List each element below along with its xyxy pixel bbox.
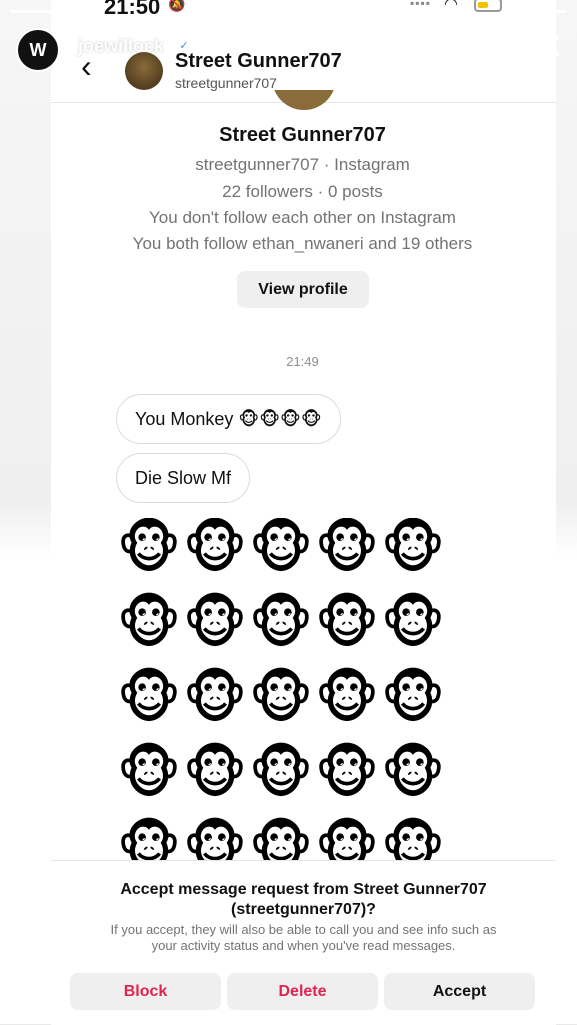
monkey-face-icon: 🐵 bbox=[314, 591, 380, 654]
status-bar: 21:50 🔕 ▪▪▪▪ ◠ bbox=[0, 0, 577, 19]
profile-mutual-follows: You both follow ethan_nwaneri and 19 oth… bbox=[132, 234, 473, 253]
request-title-line: Accept message request from Street Gunne… bbox=[120, 881, 487, 898]
monkey-face-icon: 🐵 bbox=[380, 518, 446, 579]
battery-icon bbox=[474, 0, 502, 12]
monkey-face-icon: 🐵 bbox=[116, 666, 182, 729]
monkey-face-icon: 🐵 bbox=[182, 816, 248, 861]
request-title: Accept message request from Street Gunne… bbox=[60, 880, 547, 920]
monkey-face-icon: 🐵 bbox=[380, 666, 446, 729]
accept-button[interactable]: Accept bbox=[384, 973, 535, 1010]
monkey-face-icon: 🐵 bbox=[248, 741, 314, 804]
request-description: If you accept, they will also be able to… bbox=[70, 922, 537, 954]
message-bubble[interactable]: Die Slow Mf bbox=[116, 453, 251, 503]
request-description-line: your activity status and when you've rea… bbox=[151, 938, 456, 953]
back-arrow-icon[interactable]: ‹ bbox=[81, 48, 92, 85]
silent-bell-icon: 🔕 bbox=[168, 0, 186, 12]
message-timestamp: 21:49 bbox=[286, 354, 319, 369]
monkey-face-icon: 🐵 bbox=[248, 518, 314, 579]
signal-icon: ▪▪▪▪ bbox=[410, 0, 432, 10]
block-button[interactable]: Block bbox=[70, 973, 221, 1010]
monkey-face-icon: 🐵 bbox=[380, 816, 446, 861]
delete-button[interactable]: Delete bbox=[227, 973, 378, 1010]
monkey-face-icon: 🐵 bbox=[116, 518, 182, 579]
dm-contact-name[interactable]: Street Gunner707 bbox=[175, 50, 342, 73]
monkey-face-icon: 🐵 bbox=[182, 518, 248, 579]
view-profile-button[interactable]: View profile bbox=[237, 271, 369, 308]
monkey-face-icon: 🐵 bbox=[248, 816, 314, 861]
status-time: 21:50 bbox=[104, 0, 161, 19]
dm-avatar[interactable] bbox=[125, 52, 163, 90]
monkey-face-icon: 🐵 bbox=[116, 816, 182, 861]
monkey-face-icon: 🐵 bbox=[182, 741, 248, 804]
monkey-face-icon: 🐵 bbox=[314, 741, 380, 804]
monkey-face-icon: 🐵 bbox=[248, 591, 314, 654]
wifi-icon: ◠ bbox=[444, 0, 458, 13]
profile-picture bbox=[272, 90, 336, 110]
profile-follow-status: You don't follow each other on Instagram bbox=[149, 208, 456, 227]
monkey-face-icon: 🐵 bbox=[314, 666, 380, 729]
profile-stats-line: 22 followers · 0 posts bbox=[222, 182, 383, 201]
profile-name: Street Gunner707 bbox=[219, 124, 386, 146]
message-bubble[interactable]: You Monkey 🐵🐵🐵🐵 bbox=[116, 394, 341, 444]
monkey-face-icon: 🐵 bbox=[380, 741, 446, 804]
monkey-face-icon: 🐵 bbox=[182, 666, 248, 729]
dm-contact-handle: streetgunner707 bbox=[175, 75, 277, 91]
profile-handle-line: streetgunner707 · Instagram bbox=[195, 155, 410, 174]
monkey-face-icon: 🐵 bbox=[116, 591, 182, 654]
monkey-face-icon: 🐵 bbox=[314, 816, 380, 861]
monkey-face-icon: 🐵 bbox=[248, 666, 314, 729]
monkey-face-icon: 🐵 bbox=[182, 591, 248, 654]
monkey-face-icon: 🐵 bbox=[380, 591, 446, 654]
request-title-line: (streetgunner707)? bbox=[231, 901, 376, 918]
monkey-face-icon: 🐵 bbox=[314, 518, 380, 579]
emoji-message[interactable]: 🐵 🐵 🐵 🐵 🐵 🐵 🐵 🐵 🐵 🐵 🐵 🐵 🐵 🐵 🐵 🐵 🐵 🐵 🐵 🐵 … bbox=[116, 518, 456, 860]
monkey-face-icon: 🐵 bbox=[116, 741, 182, 804]
request-description-line: If you accept, they will also be able to… bbox=[110, 922, 497, 937]
